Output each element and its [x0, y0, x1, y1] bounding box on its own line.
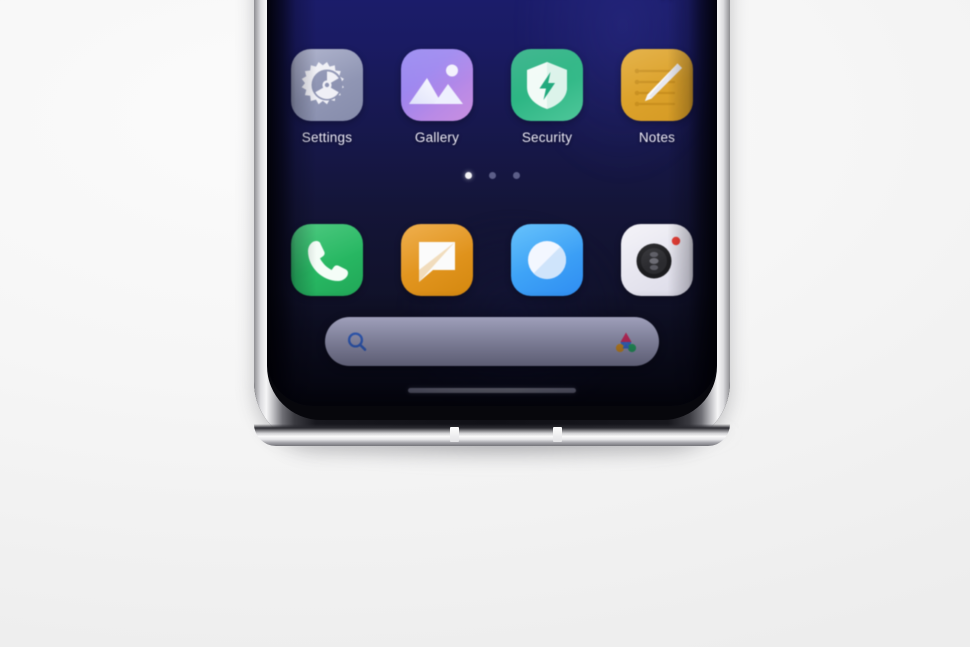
- dock-app-camera[interactable]: [621, 224, 693, 296]
- search-icon[interactable]: [345, 330, 369, 354]
- settings-tile[interactable]: [291, 49, 363, 121]
- page-indicator: [267, 172, 717, 179]
- camera-red-dot-badge: [671, 236, 681, 246]
- app-gallery[interactable]: Gallery: [401, 49, 473, 145]
- dock-row: [267, 224, 717, 296]
- phone-screen: Weather Games GetApps: [267, 0, 717, 406]
- phone-bottom-rail: [254, 424, 730, 446]
- search-bar[interactable]: [325, 317, 659, 366]
- gear-icon: [301, 61, 344, 105]
- dock-app-messages[interactable]: [401, 224, 473, 296]
- app-grid-row: Settings Gallery Security Notes: [267, 49, 717, 145]
- gallery-tile[interactable]: [401, 49, 473, 121]
- phone-tile[interactable]: [291, 224, 363, 296]
- browser-tile[interactable]: [511, 224, 583, 296]
- app-label: Gallery: [414, 130, 460, 145]
- search-input[interactable]: [369, 317, 611, 366]
- pencil-note-icon: [634, 63, 682, 107]
- antenna-band-left: [450, 427, 459, 442]
- home-gesture-bar[interactable]: [408, 388, 576, 393]
- page-dot-1[interactable]: [464, 172, 472, 179]
- photo-mountain-icon: [409, 64, 463, 104]
- app-label: Security: [521, 130, 573, 145]
- dock-app-phone[interactable]: [291, 224, 363, 296]
- app-label: Settings: [301, 130, 353, 145]
- assistant-logo-icon[interactable]: [611, 327, 641, 357]
- page-dot-2[interactable]: [488, 172, 496, 179]
- antenna-band-right: [553, 427, 562, 442]
- smartphone-device: Weather Games GetApps: [254, 0, 730, 446]
- app-notes[interactable]: Notes: [621, 49, 693, 145]
- app-label: Notes: [638, 130, 676, 145]
- shield-bolt-icon: [527, 62, 567, 109]
- camera-lens-icon: [636, 236, 681, 279]
- security-tile[interactable]: [511, 49, 583, 121]
- dock-app-browser[interactable]: [511, 224, 583, 296]
- page-dot-3[interactable]: [512, 172, 520, 179]
- app-security[interactable]: Security: [511, 49, 583, 145]
- notes-tile[interactable]: [621, 49, 693, 121]
- phone-glass: Weather Games GetApps: [267, 0, 717, 420]
- message-bubble-icon: [419, 242, 455, 282]
- camera-tile[interactable]: [621, 224, 693, 296]
- messages-tile[interactable]: [401, 224, 473, 296]
- browser-circle-icon: [528, 241, 567, 280]
- app-settings[interactable]: Settings: [291, 49, 363, 145]
- phone-handset-icon: [308, 241, 348, 281]
